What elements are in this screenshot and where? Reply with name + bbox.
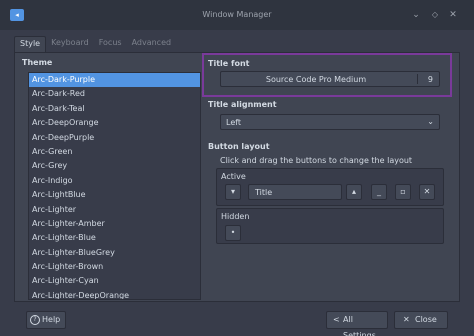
close-button-icon[interactable]: ✕: [419, 184, 435, 200]
title-font-heading: Title font: [208, 59, 250, 68]
theme-heading: Theme: [22, 58, 53, 67]
theme-list-item[interactable]: Arc-Dark-Red: [29, 87, 200, 101]
theme-list-item[interactable]: Arc-Lighter-BlueGrey: [29, 246, 200, 260]
theme-list-item[interactable]: Arc-LightBlue: [29, 188, 200, 202]
close-window-icon[interactable]: ✕: [447, 9, 459, 21]
back-arrow-icon: <: [333, 315, 340, 324]
help-icon: ?: [30, 315, 40, 325]
title-slot[interactable]: Title: [248, 184, 342, 200]
help-button[interactable]: ? Help: [26, 311, 66, 329]
theme-list-item[interactable]: Arc-Green: [29, 145, 200, 159]
theme-list-item[interactable]: Arc-Lighter: [29, 203, 200, 217]
help-label: Help: [42, 315, 61, 324]
title-bar[interactable]: ◂ Window Manager ⌄ ◇ ✕: [0, 0, 474, 30]
tab-focus[interactable]: Focus: [94, 36, 127, 52]
tab-advanced[interactable]: Advanced: [127, 36, 177, 52]
title-alignment-value: Left: [226, 118, 242, 127]
theme-list-item[interactable]: Arc-Lighter-Blue: [29, 231, 200, 245]
font-button-separator: [417, 74, 418, 84]
close-label: Close: [415, 315, 437, 324]
theme-list-item[interactable]: Arc-Lighter-Brown: [29, 260, 200, 274]
stick-button-icon[interactable]: •: [225, 225, 241, 241]
button-layout-hint: Click and drag the buttons to change the…: [220, 156, 413, 165]
window-manager-dialog: ◂ Window Manager ⌄ ◇ ✕ Style Keyboard Fo…: [0, 0, 474, 336]
button-layout-heading: Button layout: [208, 142, 270, 151]
all-settings-button[interactable]: < All Settings: [326, 311, 388, 336]
title-alignment-dropdown[interactable]: Left ⌄: [220, 114, 440, 130]
theme-list[interactable]: Arc-Dark-Purple Arc-Dark-Red Arc-Dark-Te…: [28, 72, 201, 300]
close-icon: ✕: [403, 315, 410, 324]
theme-list-item[interactable]: Arc-DeepPurple: [29, 131, 200, 145]
chevron-down-icon: ⌄: [427, 117, 434, 126]
minimize-button-icon[interactable]: _: [371, 184, 387, 200]
minimize-icon[interactable]: ⌄: [410, 9, 422, 21]
theme-list-item[interactable]: Arc-Lighter-Amber: [29, 217, 200, 231]
theme-list-item[interactable]: Arc-DeepOrange: [29, 116, 200, 130]
tab-keyboard[interactable]: Keyboard: [46, 36, 94, 52]
title-slot-label: Title: [255, 188, 273, 197]
theme-list-item[interactable]: Arc-Indigo: [29, 174, 200, 188]
all-settings-label: All Settings: [343, 315, 376, 336]
theme-list-item[interactable]: Arc-Dark-Purple: [29, 73, 200, 88]
close-button[interactable]: ✕ Close: [394, 311, 448, 329]
theme-list-item[interactable]: Arc-Lighter-Cyan: [29, 274, 200, 288]
shade-button-icon[interactable]: ▴: [346, 184, 362, 200]
tab-bar: Style Keyboard Focus Advanced: [14, 36, 176, 52]
font-name-label: Source Code Pro Medium: [265, 75, 367, 84]
maximize-icon[interactable]: ◇: [429, 9, 441, 21]
active-frame-label: Active: [221, 172, 246, 181]
theme-list-item[interactable]: Arc-Lighter-DeepOrange: [29, 289, 200, 299]
hidden-buttons-frame: Hidden: [216, 208, 444, 244]
theme-list-item[interactable]: Arc-Dark-Teal: [29, 102, 200, 116]
tab-style[interactable]: Style: [14, 36, 47, 52]
font-size-label: 9: [427, 75, 433, 84]
maximize-button-icon[interactable]: ▫: [395, 184, 411, 200]
title-font-button[interactable]: Source Code Pro Medium 9: [220, 71, 440, 87]
title-alignment-heading: Title alignment: [208, 100, 277, 109]
theme-list-item[interactable]: Arc-Grey: [29, 159, 200, 173]
hidden-frame-label: Hidden: [221, 212, 250, 221]
window-title: Window Manager: [202, 10, 272, 19]
menu-button-icon[interactable]: ▾: [225, 184, 241, 200]
